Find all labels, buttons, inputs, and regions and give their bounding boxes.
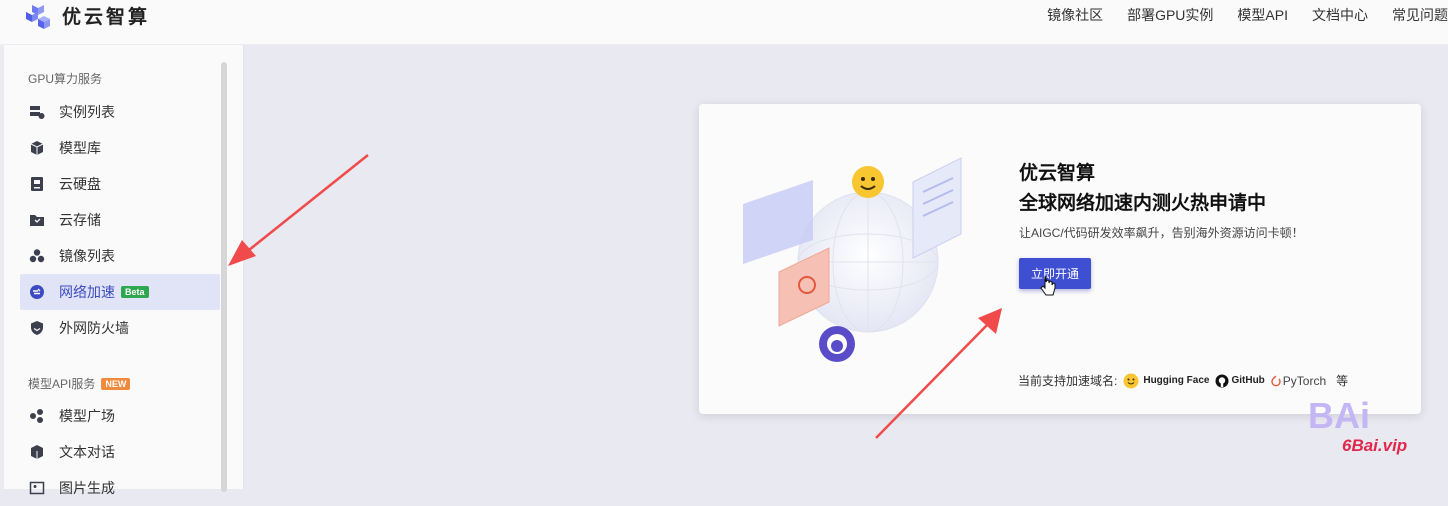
- nav-mirror-community[interactable]: 镜像社区: [1047, 5, 1103, 25]
- sidebar-item-label: 文本对话: [59, 444, 115, 460]
- apps-icon: [30, 409, 43, 423]
- shield-icon: [31, 321, 43, 335]
- section-model-api: 模型API服务 NEW: [28, 375, 131, 392]
- sidebar-scrollbar[interactable]: [221, 62, 227, 492]
- hugging-face-icon: [1123, 373, 1139, 388]
- nav-faq[interactable]: 常见问题: [1392, 5, 1448, 25]
- domain-github: GitHub: [1215, 374, 1265, 388]
- domain-hugging-face: Hugging Face: [1123, 373, 1209, 389]
- sidebar-item-firewall[interactable]: 外网防火墙: [20, 310, 220, 346]
- watermark-logo-text: BAi: [1308, 395, 1370, 436]
- disk-icon: [31, 177, 43, 191]
- folder-icon: [30, 215, 44, 226]
- sidebar: GPU算力服务 实例列表 模型库 云硬盘 云存储 镜像列表 网络加速 Beta …: [0, 45, 244, 496]
- speed-icon: [30, 285, 44, 299]
- section-api-label: 模型API服务: [28, 377, 96, 391]
- domain-label: PyTorch: [1282, 373, 1327, 388]
- sidebar-item-cloud-storage[interactable]: 云存储: [20, 202, 220, 238]
- top-nav: 镜像社区 部署GPU实例 模型API 文档中心 常见问题: [1023, 0, 1448, 30]
- layers-icon: [29, 249, 45, 263]
- network-acceleration-promo-card: 优云智算 全球网络加速内测火热申请中 让AIGC/代码研发效率飙升，告别海外资源…: [699, 104, 1421, 414]
- domains-label: 当前支持加速域名:: [1018, 374, 1118, 388]
- globe-illustration: [743, 157, 962, 362]
- image-icon: [29, 481, 45, 495]
- mouse-cursor-icon: [1040, 276, 1056, 296]
- domain-label: Hugging Face: [1143, 375, 1210, 386]
- sidebar-item-model-square[interactable]: 模型广场: [20, 398, 220, 434]
- domain-pytorch: PyTorch: [1271, 374, 1326, 388]
- section-gpu-label: GPU算力服务: [28, 72, 103, 86]
- domains-suffix: 等: [1336, 374, 1349, 388]
- pytorch-icon: [1271, 375, 1281, 386]
- sidebar-item-label: 镜像列表: [59, 248, 115, 264]
- sidebar-edge: [0, 45, 4, 489]
- watermark-url: 6Bai.vip: [1342, 436, 1408, 455]
- sidebar-item-text-chat[interactable]: 文本对话: [20, 434, 220, 470]
- nav-docs[interactable]: 文档中心: [1312, 5, 1368, 25]
- domain-label: GitHub: [1231, 375, 1265, 386]
- promo-title-headline: 全球网络加速内测火热申请中: [1019, 193, 1267, 214]
- cube-icon: [30, 141, 44, 155]
- sidebar-item-network-acceleration[interactable]: 网络加速 Beta: [20, 274, 220, 310]
- sidebar-item-label: 云硬盘: [59, 176, 101, 192]
- server-icon: [30, 106, 45, 119]
- sidebar-item-model-library[interactable]: 模型库: [20, 130, 220, 166]
- sidebar-item-label: 模型库: [59, 140, 101, 156]
- sidebar-item-instances[interactable]: 实例列表: [20, 94, 220, 130]
- sidebar-item-label: 实例列表: [59, 104, 115, 120]
- nav-model-api[interactable]: 模型API: [1237, 5, 1288, 25]
- sidebar-item-cloud-disk[interactable]: 云硬盘: [20, 166, 220, 202]
- sidebar-item-label: 云存储: [59, 212, 101, 228]
- supported-domains: 当前支持加速域名: Hugging Face GitHub PyTorch 等: [1018, 372, 1348, 389]
- sidebar-item-label: 网络加速: [59, 284, 115, 300]
- beta-badge: Beta: [121, 286, 149, 298]
- brand-name: 优云智算: [62, 7, 151, 28]
- cubes-logo-icon: [26, 4, 50, 29]
- promo-title-brand: 优云智算: [1019, 163, 1096, 184]
- sidebar-item-images[interactable]: 镜像列表: [20, 238, 220, 274]
- chat-icon: [31, 445, 43, 459]
- sidebar-item-label: 模型广场: [59, 408, 115, 424]
- sidebar-item-image-generation[interactable]: 图片生成: [20, 470, 220, 506]
- top-bar: 优云智算 镜像社区 部署GPU实例 模型API 文档中心 常见问题: [0, 0, 1448, 45]
- promo-subtitle: 让AIGC/代码研发效率飙升，告别海外资源访问卡顿！: [1019, 226, 1304, 240]
- section-gpu-services: GPU算力服务: [28, 70, 102, 87]
- new-badge: NEW: [101, 377, 131, 390]
- watermark: BAi 6Bai.vip: [1306, 388, 1426, 458]
- nav-deploy-gpu[interactable]: 部署GPU实例: [1127, 5, 1213, 25]
- sidebar-item-label: 外网防火墙: [59, 320, 129, 336]
- watermark-logo: BAi: [1308, 395, 1370, 436]
- brand-logo[interactable]: 优云智算: [24, 2, 150, 29]
- sidebar-item-label: 图片生成: [59, 480, 115, 496]
- github-icon: [1215, 374, 1229, 387]
